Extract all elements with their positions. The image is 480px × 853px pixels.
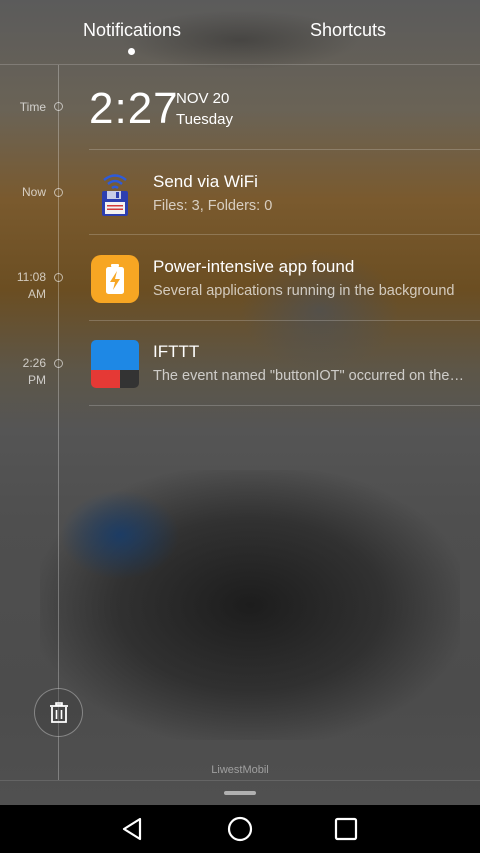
back-button[interactable] [92,805,172,853]
timeline-dot [54,102,63,111]
clock: 2:27 [89,84,179,133]
notification-ifttt[interactable]: IFTTT The event named "buttonIOT" occurr… [89,320,480,404]
timeline-line [58,65,59,780]
tab-shortcuts[interactable]: Shortcuts [248,20,448,41]
clear-all-button[interactable] [34,688,83,737]
navigation-bar [0,805,480,853]
notification-title: Power-intensive app found [153,257,355,276]
carrier-name: LiwestMobil [211,764,269,776]
notification-power-intensive[interactable]: Power-intensive app found Several applic… [89,235,480,319]
tabs-divider [0,64,480,65]
notification-subtitle: The event named "buttonIOT" occurred on … [153,368,465,384]
tab-notifications[interactable]: Notifications [32,20,232,41]
notification-subtitle: Several applications running in the back… [153,283,455,299]
shade-tabs: Notifications Shortcuts [0,0,480,64]
timeline-time: 11:08 [16,270,46,284]
recents-square-icon [334,817,358,841]
notification-title: IFTTT [153,342,200,361]
row-divider [89,405,480,406]
recents-button[interactable] [306,805,386,853]
floppy-wifi-icon [91,170,139,218]
timeline-label-now: Now [21,185,46,199]
back-triangle-icon [122,817,142,841]
timeline-label-time: 11:08 AM [0,269,46,303]
timeline-time: 2:26 [22,356,46,370]
ifttt-icon [91,340,139,388]
home-button[interactable] [200,805,280,853]
timeline-ampm: PM [28,373,46,387]
timeline-ampm: AM [28,287,46,301]
shade-drag-handle[interactable] [224,791,256,795]
battery-bolt-icon [91,255,139,303]
timeline-label-time: Time [19,100,46,114]
timeline-dot [54,188,63,197]
notification-title: Send via WiFi [153,172,258,191]
notification-subtitle: Files: 3, Folders: 0 [153,198,273,214]
timeline-dot [54,359,63,368]
home-circle-icon [227,816,253,842]
timeline-label-time: 2:26 PM [0,355,46,389]
active-tab-indicator [128,48,135,55]
timeline-dot [54,273,63,282]
weekday: Tuesday [176,111,233,128]
notification-send-via-wifi[interactable]: Send via WiFi Files: 3, Folders: 0 [89,150,480,234]
date: NOV 20 [176,90,230,107]
bottom-divider [0,780,480,781]
trash-icon [50,702,68,723]
